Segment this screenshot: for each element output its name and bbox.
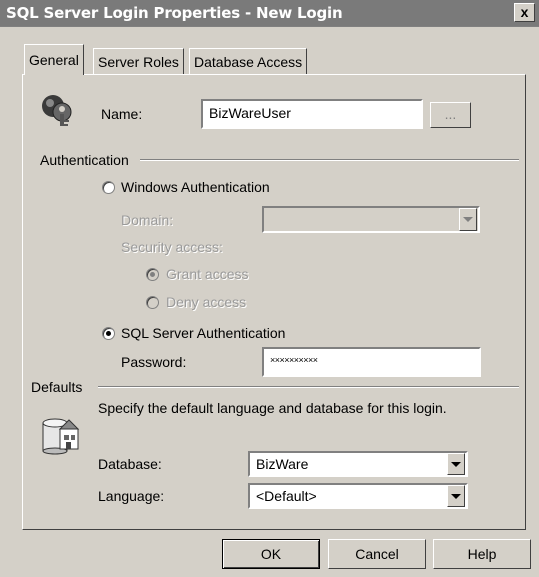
- help-button[interactable]: Help: [433, 539, 531, 569]
- radio-selected-dot: [150, 272, 155, 277]
- database-dropdown-button[interactable]: [447, 453, 465, 475]
- defaults-heading: Defaults: [31, 379, 83, 395]
- browse-button[interactable]: ...: [430, 102, 471, 128]
- database-select[interactable]: BizWare: [248, 451, 468, 477]
- sql-auth-label[interactable]: SQL Server Authentication: [121, 325, 285, 341]
- cancel-button[interactable]: Cancel: [328, 539, 426, 569]
- language-select-value: <Default>: [256, 488, 317, 504]
- chevron-down-icon: [463, 217, 473, 222]
- password-label: Password:: [121, 354, 187, 370]
- name-label: Name:: [101, 106, 143, 122]
- authentication-heading: Authentication: [40, 152, 129, 168]
- language-select[interactable]: <Default>: [248, 483, 468, 509]
- chevron-down-icon: [451, 493, 461, 499]
- name-input[interactable]: BizWareUser: [201, 99, 423, 129]
- chevron-down-icon: [451, 461, 461, 467]
- deny-access-label[interactable]: Deny access: [166, 294, 246, 310]
- login-keys-icon: [40, 92, 76, 128]
- radio-selected-dot: [106, 331, 111, 336]
- grant-access-label[interactable]: Grant access: [166, 266, 248, 282]
- defaults-divider: [98, 386, 519, 388]
- database-select-value: BizWare: [256, 456, 309, 472]
- windows-auth-radio[interactable]: [102, 181, 115, 194]
- sql-auth-radio[interactable]: [102, 327, 115, 340]
- database-icon: [40, 415, 82, 455]
- ok-button[interactable]: OK: [222, 539, 320, 569]
- authentication-divider: [140, 159, 519, 161]
- deny-access-radio[interactable]: [146, 296, 159, 309]
- defaults-description: Specify the default language and databas…: [98, 400, 447, 416]
- domain-dropdown-button[interactable]: [459, 208, 477, 231]
- domain-select[interactable]: [262, 206, 480, 233]
- language-label: Language:: [98, 488, 165, 504]
- password-input[interactable]: ××××××××××: [262, 347, 481, 377]
- database-label: Database:: [98, 456, 162, 472]
- domain-label: Domain:: [121, 212, 174, 228]
- grant-access-radio[interactable]: [146, 268, 159, 281]
- security-access-label: Security access:: [121, 239, 223, 255]
- windows-auth-label[interactable]: Windows Authentication: [121, 179, 270, 195]
- language-dropdown-button[interactable]: [447, 485, 465, 507]
